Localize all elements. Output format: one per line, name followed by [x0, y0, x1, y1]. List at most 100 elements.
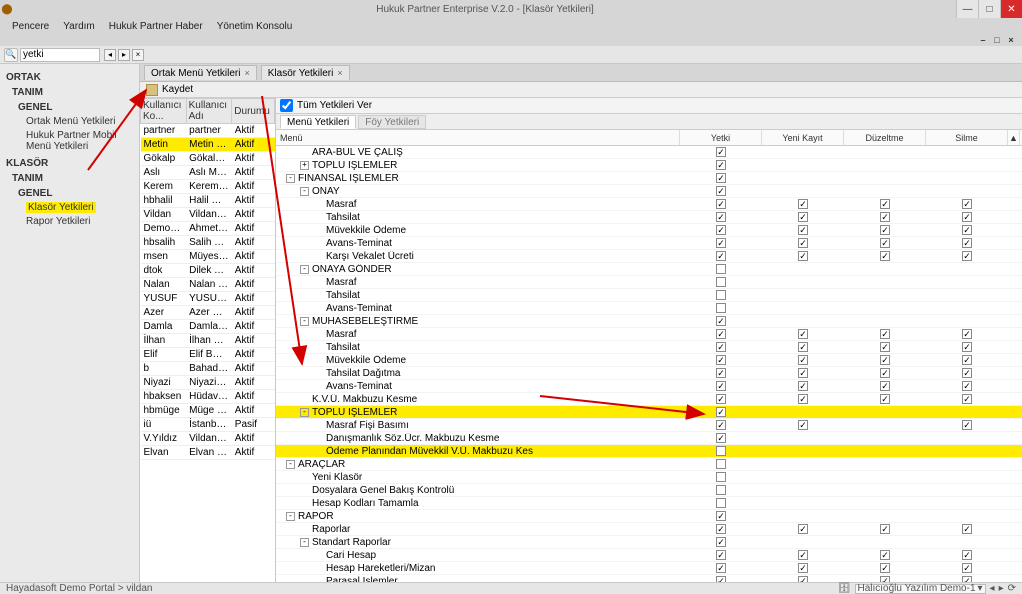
perm-row[interactable]: Tahsilat✓✓✓✓ — [276, 341, 1022, 354]
table-row[interactable]: NiyaziNiyazi GönülşenAktif — [141, 376, 275, 390]
perm-checkbox-cell[interactable]: ✓ — [762, 420, 844, 430]
perm-row[interactable]: -TOPLU İŞLEMLER✓ — [276, 406, 1022, 419]
table-row[interactable]: VildanVildan AkbaşakAktif — [141, 208, 275, 222]
table-row[interactable]: iüİstanbul ÜniversitesiPasif — [141, 418, 275, 432]
minimize-button[interactable]: — — [956, 0, 978, 18]
col-durumu[interactable]: Durumu — [232, 99, 275, 124]
mdi-close[interactable]: × — [1006, 35, 1016, 45]
perm-checkbox-cell[interactable]: ✓ — [762, 199, 844, 209]
col-yeni[interactable]: Yeni Kayıt — [762, 130, 844, 145]
col-yetki[interactable]: Yetki — [680, 130, 762, 145]
expand-icon[interactable]: - — [300, 408, 309, 417]
perm-row[interactable]: +TOPLU İŞLEMLER✓ — [276, 159, 1022, 172]
perm-checkbox-cell[interactable] — [680, 498, 762, 508]
perm-checkbox-cell[interactable]: ✓ — [762, 342, 844, 352]
table-row[interactable]: MetinMetin BAŞARIRAktif — [141, 138, 275, 152]
perm-checkbox-cell[interactable] — [680, 485, 762, 495]
perm-checkbox-cell[interactable]: ✓ — [762, 238, 844, 248]
perm-row[interactable]: -MUHASEBELEŞTİRME✓ — [276, 315, 1022, 328]
perm-row[interactable]: Danışmanlık Söz.Ücr. Makbuzu Kesme✓ — [276, 432, 1022, 445]
perm-checkbox-cell[interactable]: ✓ — [762, 381, 844, 391]
table-row[interactable]: ElvanElvan HalıcıoğluAktif — [141, 446, 275, 460]
mdi-min[interactable]: – — [978, 35, 988, 45]
perm-checkbox-cell[interactable]: ✓ — [680, 199, 762, 209]
perm-checkbox-cell[interactable]: ✓ — [762, 394, 844, 404]
table-row[interactable]: hbhalilHalil MAKULAktif — [141, 194, 275, 208]
perm-checkbox-cell[interactable]: ✓ — [762, 368, 844, 378]
perm-row[interactable]: Müvekkile Ödeme✓✓✓✓ — [276, 354, 1022, 367]
table-row[interactable]: dtokDilek TokAktif — [141, 264, 275, 278]
perm-checkbox-cell[interactable]: ✓ — [680, 355, 762, 365]
perm-checkbox-cell[interactable]: ✓ — [926, 342, 1008, 352]
perm-row[interactable]: Ödeme Planından Müvekkil V.Ü. Makbuzu Ke… — [276, 445, 1022, 458]
perm-checkbox-cell[interactable] — [680, 472, 762, 482]
users-grid[interactable]: Kullanıcı Ko... Kullanıcı Adı Durumu par… — [140, 98, 276, 582]
table-row[interactable]: hbmügeMüge SARIAktif — [141, 404, 275, 418]
perm-checkbox-cell[interactable] — [680, 277, 762, 287]
perm-checkbox-cell[interactable]: ✓ — [680, 433, 762, 443]
tab-menu-yetkileri[interactable]: Menü Yetkileri — [280, 115, 356, 129]
search-icon[interactable]: 🔍 — [4, 48, 18, 62]
search-clear[interactable]: × — [132, 49, 144, 61]
perm-row[interactable]: -Standart Raporlar✓ — [276, 536, 1022, 549]
perm-checkbox-cell[interactable]: ✓ — [680, 394, 762, 404]
table-row[interactable]: YUSUFYUSUF AVŞARAktif — [141, 292, 275, 306]
expand-icon[interactable]: - — [300, 187, 309, 196]
perm-row[interactable]: Raporlar✓✓✓✓ — [276, 523, 1022, 536]
perm-checkbox-cell[interactable]: ✓ — [926, 251, 1008, 261]
perm-checkbox-cell[interactable]: ✓ — [926, 238, 1008, 248]
perm-checkbox-cell[interactable]: ✓ — [680, 238, 762, 248]
perm-checkbox-cell[interactable]: ✓ — [762, 355, 844, 365]
perm-checkbox-cell[interactable]: ✓ — [762, 225, 844, 235]
perm-checkbox-cell[interactable]: ✓ — [926, 199, 1008, 209]
perm-checkbox-cell[interactable]: ✓ — [844, 212, 926, 222]
perm-checkbox-cell[interactable]: ✓ — [680, 147, 762, 157]
tab-close-icon[interactable]: × — [337, 68, 342, 78]
perm-checkbox-cell[interactable]: ✓ — [680, 368, 762, 378]
nav-item-mobil-menu[interactable]: Hukuk Partner Mobil Menü Yetkileri — [26, 130, 133, 152]
perm-checkbox-cell[interactable]: ✓ — [926, 550, 1008, 560]
perm-checkbox-cell[interactable]: ✓ — [844, 342, 926, 352]
table-row[interactable]: hbaksenHüdaverdi AKSENAktif — [141, 390, 275, 404]
perm-checkbox-cell[interactable]: ✓ — [926, 576, 1008, 582]
expand-icon[interactable]: - — [300, 317, 309, 326]
perm-row[interactable]: Müvekkile Ödeme✓✓✓✓ — [276, 224, 1022, 237]
perm-checkbox-cell[interactable]: ✓ — [762, 563, 844, 573]
perm-checkbox-cell[interactable] — [680, 446, 762, 456]
perm-checkbox-cell[interactable] — [680, 290, 762, 300]
save-button[interactable]: Kaydet — [162, 84, 193, 95]
perm-checkbox-cell[interactable]: ✓ — [680, 537, 762, 547]
perm-checkbox-cell[interactable]: ✓ — [680, 225, 762, 235]
close-button[interactable]: ✕ — [1000, 0, 1022, 18]
tab-foy-yetkileri[interactable]: Föy Yetkileri — [358, 115, 426, 129]
perm-checkbox-cell[interactable]: ✓ — [844, 251, 926, 261]
perm-checkbox-cell[interactable]: ✓ — [926, 329, 1008, 339]
perm-checkbox-cell[interactable] — [680, 264, 762, 274]
menu-pencere[interactable]: Pencere — [6, 20, 55, 33]
perm-checkbox-cell[interactable]: ✓ — [762, 212, 844, 222]
perm-checkbox-cell[interactable]: ✓ — [680, 576, 762, 582]
perm-row[interactable]: Masraf✓✓✓✓ — [276, 328, 1022, 341]
perm-checkbox-cell[interactable]: ✓ — [680, 173, 762, 183]
table-row[interactable]: bBahadır DemirelAktif — [141, 362, 275, 376]
status-nav-next[interactable]: ▸ — [999, 583, 1004, 594]
perm-checkbox-cell[interactable]: ✓ — [762, 524, 844, 534]
expand-icon[interactable]: - — [286, 174, 295, 183]
perm-checkbox-cell[interactable]: ✓ — [844, 225, 926, 235]
perm-checkbox-cell[interactable]: ✓ — [926, 212, 1008, 222]
maximize-button[interactable]: □ — [978, 0, 1000, 18]
perm-checkbox-cell[interactable]: ✓ — [844, 576, 926, 582]
search-next[interactable]: ▸ — [118, 49, 130, 61]
perm-row[interactable]: Tahsilat Dağıtma✓✓✓✓ — [276, 367, 1022, 380]
expand-icon[interactable]: + — [300, 161, 309, 170]
perm-checkbox-cell[interactable]: ✓ — [926, 225, 1008, 235]
perm-row[interactable]: -ONAYA GÖNDER — [276, 263, 1022, 276]
expand-icon[interactable]: - — [300, 538, 309, 547]
perm-row[interactable]: K.V.Ü. Makbuzu Kesme✓✓✓✓ — [276, 393, 1022, 406]
table-row[interactable]: Demo2014Ahmet BİLİRAktif — [141, 222, 275, 236]
nav-item-ortak-menu[interactable]: Ortak Menü Yetkileri — [26, 116, 133, 127]
table-row[interactable]: msenMüyesser ŞenAktif — [141, 250, 275, 264]
perm-row[interactable]: Tahsilat✓✓✓✓ — [276, 211, 1022, 224]
perm-checkbox-cell[interactable]: ✓ — [844, 381, 926, 391]
status-refresh-icon[interactable]: ⟳ — [1008, 583, 1016, 594]
